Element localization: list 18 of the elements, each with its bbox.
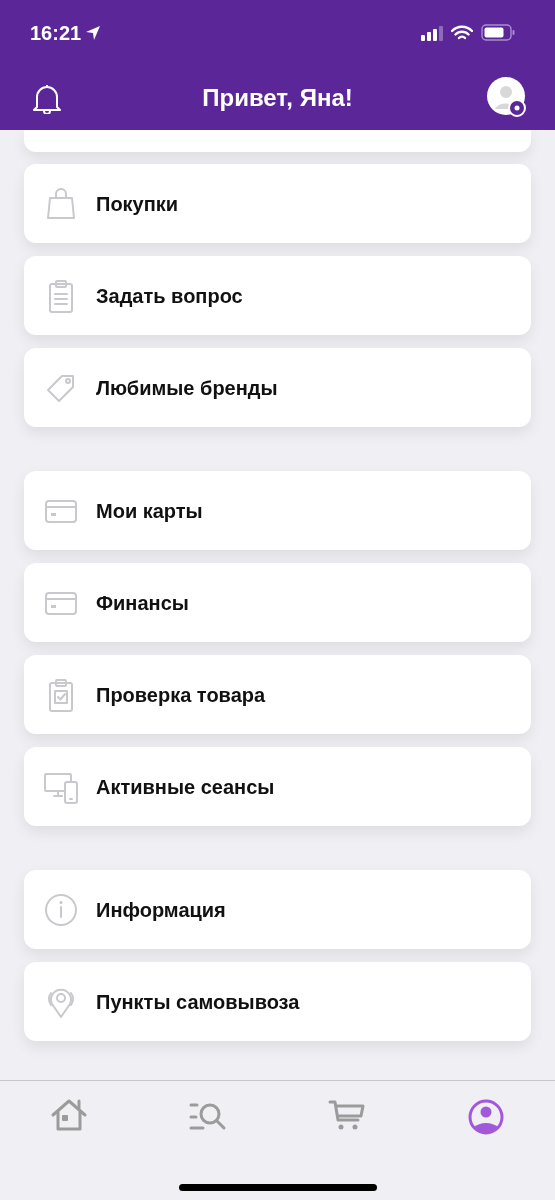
menu-item[interactable]: Финансы [24,563,531,642]
avatar-settings-icon [487,76,529,119]
greeting-title: Привет, Яна! [202,82,353,113]
menu-item[interactable]: Задать вопрос [24,256,531,335]
menu-item[interactable]: Покупки [24,164,531,243]
menu-item[interactable]: Пункты самовывоза [24,962,531,1041]
battery-icon [481,24,515,41]
menu-item[interactable]: Любимые бренды [24,348,531,427]
menu-item[interactable]: Мои карты [24,471,531,550]
signal-icon [421,24,443,41]
bag-icon [44,185,78,222]
info-icon [44,891,78,928]
location-arrow-icon [85,24,102,41]
status-time: 16:21 [30,20,82,46]
menu-item[interactable]: Проверка товара [24,655,531,734]
menu-item[interactable]: Активные сеансы [24,747,531,826]
menu-item[interactable]: Информация [24,870,531,949]
wifi-icon [451,24,473,41]
